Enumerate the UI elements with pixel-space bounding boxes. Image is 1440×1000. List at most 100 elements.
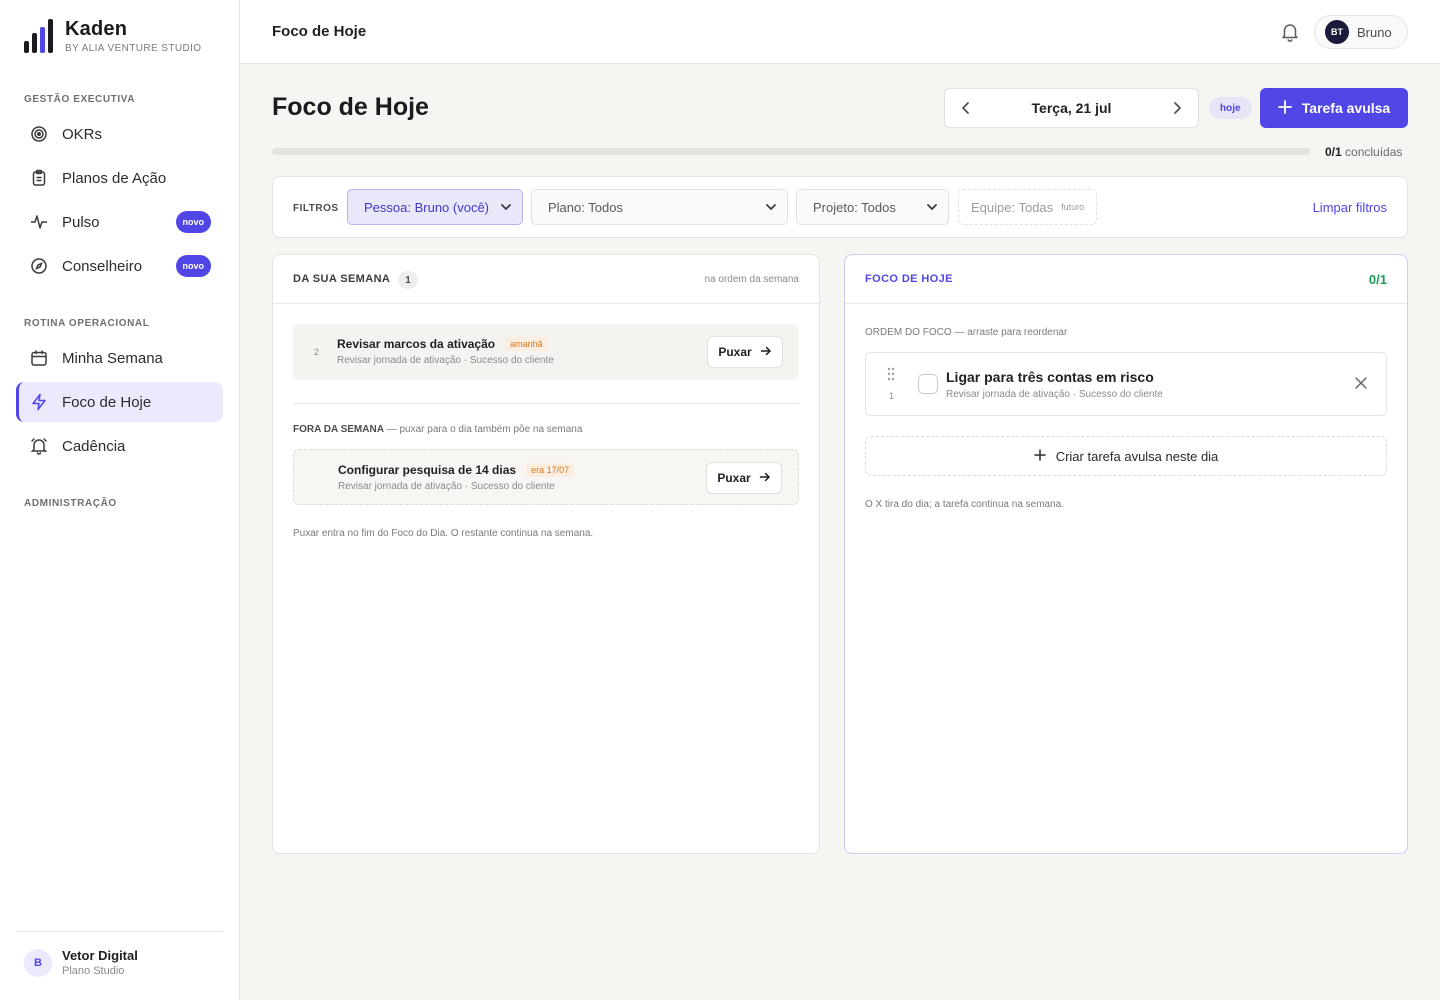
sidebar-item-label: OKRs — [62, 125, 103, 143]
panel-header: DA SUA SEMANA 1 na ordem da semana — [273, 255, 819, 304]
panel-meta: na ordem da semana — [704, 274, 799, 285]
task-title: Revisar marcos da ativação — [337, 337, 496, 351]
new-badge: novo — [175, 255, 211, 277]
page-title: Foco de Hoje — [272, 93, 429, 121]
filter-value: Projeto: Todos — [813, 199, 896, 215]
nav-section-admin[interactable]: ADMINISTRAÇÃO — [24, 498, 117, 509]
workspace-switcher[interactable]: B Vetor Digital Plano Studio — [16, 931, 223, 977]
clear-filters-link[interactable]: Limpar filtros — [1313, 200, 1387, 215]
pull-button[interactable]: Puxar — [707, 336, 783, 368]
workspace-name: Vetor Digital — [62, 948, 138, 963]
due-badge: amanhã — [505, 337, 548, 351]
brand[interactable]: Kaden BY ALIA VENTURE STUDIO — [24, 18, 201, 54]
task-subtitle: Revisar jornada de ativação · Sucesso do… — [946, 389, 1163, 400]
filter-value: Equipe: Todas — [971, 199, 1054, 215]
lightning-icon — [30, 393, 48, 411]
close-icon[interactable] — [1354, 376, 1368, 390]
count-badge: 1 — [398, 271, 418, 289]
sidebar-item-label: Pulso — [62, 213, 100, 231]
brand-logo-icon — [24, 19, 53, 53]
list-item[interactable]: 2 Revisar marcos da ativação amanhã Revi… — [293, 324, 799, 380]
filter-value: Pessoa: Bruno (você) — [364, 199, 490, 215]
task-title: Configurar pesquisa de 14 dias — [338, 463, 517, 477]
brand-name: Kaden — [65, 18, 128, 40]
sidebar-item-pulso[interactable]: Pulso novo — [16, 202, 223, 242]
list-item[interactable]: 1 Ligar para três contas em risco Revisa… — [865, 352, 1387, 416]
progress-label: 0/1 concluídas — [1325, 145, 1402, 159]
user-menu[interactable]: BT Bruno — [1314, 15, 1408, 49]
task-title: Ligar para três contas em risco — [946, 369, 1154, 385]
sidebar-item-okrs[interactable]: OKRs — [16, 114, 223, 154]
chevron-left-icon[interactable] — [957, 99, 975, 117]
progress-count: 0/1 — [1325, 145, 1342, 159]
list-item[interactable]: Configurar pesquisa de 14 dias era 17/07… — [293, 449, 799, 505]
current-date[interactable]: Terça, 21 jul — [1032, 100, 1112, 116]
filters-label: FILTROS — [293, 203, 339, 214]
was-date-badge: era 17/07 — [526, 463, 575, 477]
chevron-down-icon — [926, 201, 938, 213]
sidebar-item-label: Minha Semana — [62, 349, 163, 367]
sidebar-item-conselheiro[interactable]: Conselheiro novo — [16, 246, 223, 286]
panel-header: FOCO DE HOJE 0/1 — [845, 255, 1407, 304]
target-icon — [30, 125, 48, 143]
bell-icon[interactable] — [1280, 21, 1300, 43]
new-task-label: Tarefa avulsa — [1301, 100, 1391, 116]
plus-icon — [1033, 448, 1046, 464]
clipboard-icon — [30, 169, 48, 187]
sidebar-item-cadencia[interactable]: Cadência — [16, 426, 223, 466]
calendar-icon — [30, 349, 48, 367]
task-title-row: Revisar marcos da ativação amanhã — [337, 337, 548, 351]
create-task-button[interactable]: Criar tarefa avulsa neste dia — [865, 436, 1387, 476]
task-order: 1 — [889, 391, 895, 401]
compass-icon — [30, 257, 48, 275]
filters-bar: FILTROS Pessoa: Bruno (você) Plano: Todo… — [272, 176, 1408, 238]
sidebar-item-planos[interactable]: Planos de Ação — [16, 158, 223, 198]
date-navigator: Terça, 21 jul — [944, 88, 1199, 128]
chevron-right-icon[interactable] — [1168, 99, 1186, 117]
task-subtitle: Revisar jornada de ativação · Sucesso do… — [337, 355, 554, 366]
today-button[interactable]: hoje — [1209, 97, 1252, 119]
filter-person-select[interactable]: Pessoa: Bruno (você) — [347, 189, 523, 225]
pulse-icon — [30, 213, 48, 231]
panel-title: DA SUA SEMANA — [293, 273, 391, 285]
topbar-title: Foco de Hoje — [272, 23, 367, 40]
sidebar: Kaden BY ALIA VENTURE STUDIO GESTÃO EXEC… — [0, 0, 240, 1000]
section-note: — arraste para reordenar — [951, 327, 1068, 338]
focus-order-header: ORDEM DO FOCO — arraste para reordenar — [865, 327, 1067, 338]
new-task-button[interactable]: Tarefa avulsa — [1260, 88, 1408, 128]
section-title: ORDEM DO FOCO — [865, 327, 952, 338]
focus-footer-note: O X tira do dia; a tarefa continua na se… — [865, 499, 1065, 510]
workspace-plan: Plano Studio — [62, 965, 125, 977]
section-note: — puxar para o dia também põe na semana — [383, 424, 583, 435]
filter-project-select[interactable]: Projeto: Todos — [796, 189, 949, 225]
divider — [293, 403, 799, 404]
new-badge: novo — [175, 211, 211, 233]
task-checkbox[interactable] — [918, 374, 938, 394]
sidebar-item-foco-de-hoje[interactable]: Foco de Hoje — [16, 382, 223, 422]
panel-title: FOCO DE HOJE — [865, 273, 953, 285]
pull-label: Puxar — [718, 345, 752, 359]
create-task-label: Criar tarefa avulsa neste dia — [1055, 448, 1219, 464]
sidebar-item-minha-semana[interactable]: Minha Semana — [16, 338, 223, 378]
progress-bar — [272, 148, 1310, 155]
filter-plan-select[interactable]: Plano: Todos — [531, 189, 788, 225]
task-title-row: Configurar pesquisa de 14 dias era 17/07 — [338, 463, 575, 477]
filter-value: Plano: Todos — [548, 199, 623, 215]
focus-panel: FOCO DE HOJE 0/1 ORDEM DO FOCO — arraste… — [844, 254, 1408, 854]
focus-score: 0/1 — [1368, 272, 1387, 287]
arrow-right-icon — [759, 471, 771, 486]
sidebar-item-label: Foco de Hoje — [62, 393, 152, 411]
topbar: Foco de Hoje BT Bruno — [240, 0, 1440, 64]
week-panel: DA SUA SEMANA 1 na ordem da semana 2 Rev… — [272, 254, 820, 854]
pull-button[interactable]: Puxar — [706, 462, 782, 494]
pull-footer-note: Puxar entra no fim do Foco do Dia. O res… — [293, 528, 594, 539]
section-title: FORA DA SEMANA — [293, 424, 384, 435]
sidebar-item-label: Conselheiro — [62, 257, 143, 275]
chevron-down-icon — [765, 201, 777, 213]
outside-week-header: FORA DA SEMANA — puxar para o dia também… — [293, 424, 582, 435]
workspace-avatar: B — [24, 948, 52, 977]
sidebar-item-label: Planos de Ação — [62, 169, 167, 187]
plus-icon — [1277, 99, 1292, 117]
filter-team-select: Equipe: Todas futuro — [958, 189, 1097, 225]
drag-handle-icon[interactable] — [886, 367, 896, 381]
